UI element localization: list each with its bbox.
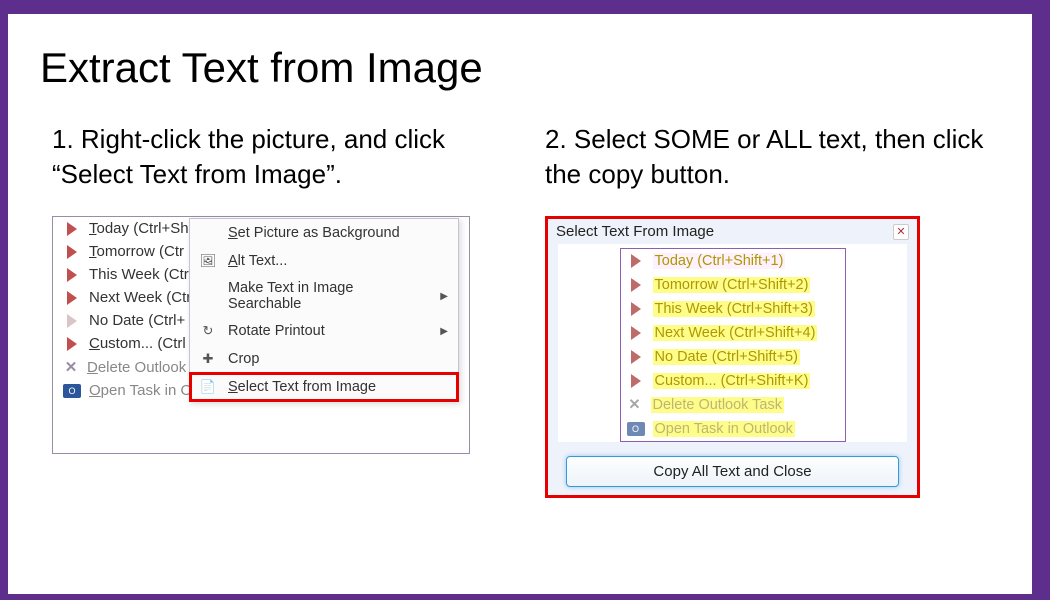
figure-context-menu: Today (Ctrl+Sh Tomorrow (Ctr This Week (Ct… <box>52 216 470 454</box>
step-2-column: 2. Select SOME or ALL text, then click t… <box>545 122 988 498</box>
outlook-icon: O <box>63 384 81 398</box>
task-label: This Week (Ctr <box>89 266 189 283</box>
copy-all-button[interactable]: Copy All Text and Close <box>566 456 899 487</box>
outlook-icon: O <box>627 422 645 436</box>
extracted-line-text: No Date (Ctrl+Shift+5) <box>653 349 800 365</box>
extracted-line[interactable]: This Week (Ctrl+Shift+3) <box>621 297 845 321</box>
close-icon[interactable]: ✕ <box>893 224 909 240</box>
extracted-line-text: Custom... (Ctrl+Shift+K) <box>653 373 811 389</box>
flag-icon <box>627 302 645 316</box>
step-1-text: 1. Right-click the picture, and click “S… <box>52 122 495 192</box>
flag-outline-icon <box>627 350 645 364</box>
extracted-line[interactable]: O Open Task in Outlook <box>621 417 845 441</box>
delete-icon: ✕ <box>627 397 643 413</box>
flag-icon <box>627 326 645 340</box>
submenu-arrow-icon: ▶ <box>440 291 448 302</box>
delete-icon: ✕ <box>63 358 79 376</box>
menu-item[interactable]: 🖼 Alt Text... <box>190 247 458 275</box>
task-label: Custom... (Ctrl <box>89 335 186 352</box>
extracted-line[interactable]: Tomorrow (Ctrl+Shift+2) <box>621 273 845 297</box>
purple-header-strip <box>0 0 1050 14</box>
flag-icon <box>63 245 81 259</box>
menu-item-select-text[interactable]: 📄 Select Text from Image <box>190 373 458 401</box>
submenu-arrow-icon: ▶ <box>440 326 448 337</box>
slide: Extract Text from Image 1. Right-click t… <box>8 14 1032 594</box>
extracted-line-text: Tomorrow (Ctrl+Shift+2) <box>653 277 811 293</box>
slide-title: Extract Text from Image <box>40 44 1008 92</box>
flag-icon <box>627 374 645 388</box>
step-2-text: 2. Select SOME or ALL text, then click t… <box>545 122 988 192</box>
menu-item[interactable]: Set Picture as Background <box>190 219 458 247</box>
context-menu[interactable]: Set Picture as Background 🖼 Alt Text... Mak… <box>189 218 459 402</box>
flag-icon <box>627 278 645 292</box>
step-1-column: 1. Right-click the picture, and click “S… <box>52 122 495 498</box>
extracted-line[interactable]: No Date (Ctrl+Shift+5) <box>621 345 845 369</box>
menu-item-label: Crop <box>228 351 259 367</box>
task-label: Next Week (Ctr <box>89 289 191 306</box>
menu-item[interactable]: ↻ Rotate Printout ▶ <box>190 317 458 345</box>
flag-icon <box>627 254 645 268</box>
select-text-icon: 📄 <box>198 378 218 396</box>
task-label: Today (Ctrl+Sh <box>89 220 189 237</box>
menu-item-label: Select Text from Image <box>228 379 376 395</box>
flag-icon <box>63 222 81 236</box>
extracted-line-text: Next Week (Ctrl+Shift+4) <box>653 325 818 341</box>
extracted-line[interactable]: ✕ Delete Outlook Task <box>621 393 845 417</box>
task-label: Tomorrow (Ctr <box>89 243 184 260</box>
flag-icon <box>63 337 81 351</box>
menu-item[interactable]: Make Text in Image Searchable ▶ <box>190 275 458 317</box>
extracted-line[interactable]: Next Week (Ctrl+Shift+4) <box>621 321 845 345</box>
menu-item-label: Make Text in Image Searchable <box>228 280 430 312</box>
menu-item-label: Alt Text... <box>228 253 287 269</box>
crop-icon: ✚ <box>198 350 218 368</box>
alt-text-icon: 🖼 <box>198 252 218 270</box>
menu-item-label: Rotate Printout <box>228 323 325 339</box>
menu-item-label: Set Picture as Background <box>228 225 400 241</box>
extracted-line-text: This Week (Ctrl+Shift+3) <box>653 301 815 317</box>
extracted-line-text: Open Task in Outlook <box>653 421 795 437</box>
extracted-line[interactable]: Custom... (Ctrl+Shift+K) <box>621 369 845 393</box>
task-label: No Date (Ctrl+ <box>89 312 185 329</box>
extracted-line-text: Today (Ctrl+Shift+1) <box>653 253 786 269</box>
extracted-line-text: Delete Outlook Task <box>651 397 785 413</box>
rotate-icon: ↻ <box>198 322 218 340</box>
menu-item[interactable]: ✚ Crop <box>190 345 458 373</box>
flag-outline-icon <box>63 314 81 328</box>
dialog-title: Select Text From Image <box>556 223 714 240</box>
flag-icon <box>63 291 81 305</box>
extracted-line[interactable]: Today (Ctrl+Shift+1) <box>621 249 845 273</box>
flag-icon <box>63 268 81 282</box>
extracted-text-panel[interactable]: Today (Ctrl+Shift+1) Tomorrow (Ctrl+Shift… <box>620 248 846 442</box>
select-text-dialog: Select Text From Image ✕ Today (Ctrl+Shi… <box>545 216 920 498</box>
